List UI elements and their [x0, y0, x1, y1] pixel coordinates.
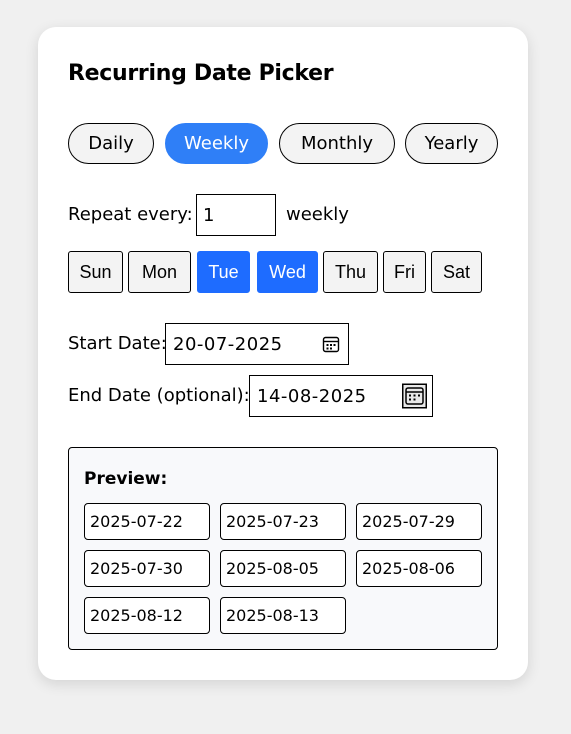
day-sun-button[interactable]: Sun [68, 251, 123, 293]
end-date-value: 14-08-2025 [257, 385, 367, 407]
day-thu-button[interactable]: Thu [323, 251, 378, 293]
frequency-monthly-button[interactable]: Monthly [279, 123, 395, 164]
preview-date-chip: 2025-08-12 [84, 597, 210, 634]
repeat-unit-label: weekly [286, 204, 349, 225]
frequency-weekly-button[interactable]: Weekly [165, 123, 268, 164]
start-date-label: Start Date: [68, 333, 167, 354]
frequency-yearly-button[interactable]: Yearly [405, 123, 498, 164]
preview-date-chip: 2025-08-13 [220, 597, 346, 634]
end-date-input[interactable]: 14-08-2025 [249, 375, 433, 417]
preview-date-chip: 2025-07-23 [220, 503, 346, 540]
preview-date-chip: 2025-07-30 [84, 550, 210, 587]
preview-date-chip: 2025-08-06 [356, 550, 482, 587]
preview-date-chip: 2025-07-22 [84, 503, 210, 540]
day-mon-button[interactable]: Mon [128, 251, 191, 293]
preview-panel: Preview: 2025-07-22 2025-07-23 2025-07-2… [68, 447, 498, 650]
end-date-label: End Date (optional): [68, 385, 250, 406]
start-date-input[interactable]: 20-07-2025 [165, 323, 349, 365]
calendar-icon[interactable] [322, 335, 340, 353]
start-date-value: 20-07-2025 [173, 333, 283, 355]
day-wed-button[interactable]: Wed [257, 251, 318, 293]
frequency-daily-button[interactable]: Daily [68, 123, 154, 164]
preview-date-chip: 2025-07-29 [356, 503, 482, 540]
recurring-date-picker-card: Recurring Date Picker Daily Weekly Month… [38, 27, 528, 680]
preview-title: Preview: [84, 469, 168, 489]
preview-date-chip: 2025-08-05 [220, 550, 346, 587]
day-sat-button[interactable]: Sat [431, 251, 482, 293]
repeat-interval-input[interactable]: 1 [196, 194, 276, 236]
day-tue-button[interactable]: Tue [197, 251, 250, 293]
repeat-every-label: Repeat every: [68, 204, 193, 225]
page-title: Recurring Date Picker [68, 61, 334, 86]
calendar-icon[interactable] [402, 383, 427, 409]
day-fri-button[interactable]: Fri [383, 251, 426, 293]
